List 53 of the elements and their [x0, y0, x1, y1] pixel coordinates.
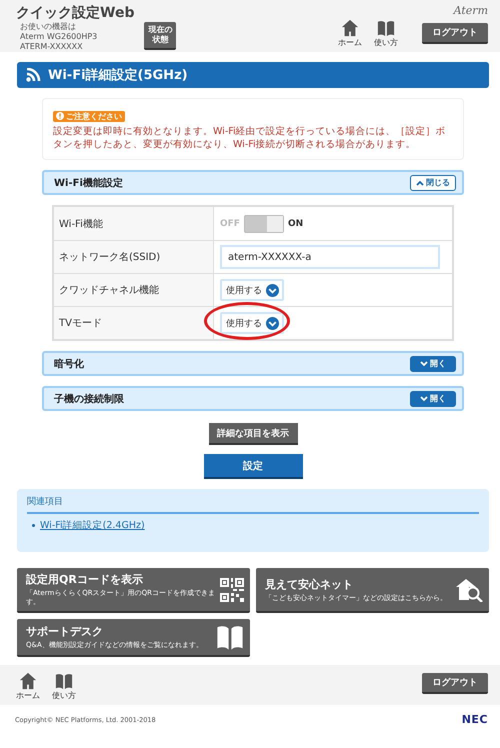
wifi-icon — [26, 68, 42, 82]
exclamation-icon — [56, 112, 64, 120]
status-button[interactable]: 現在の状態 — [144, 22, 176, 50]
related-title: 関連項目 — [27, 495, 479, 514]
related-link[interactable]: Wi-Fi詳細設定(2.4GHz) — [40, 519, 145, 532]
book-icon — [55, 672, 73, 690]
nav-link[interactable]: 使い方 — [372, 19, 400, 48]
toggle-button[interactable]: 閉じる — [410, 174, 456, 190]
select-dropdown[interactable]: 使用する — [220, 279, 284, 301]
chevron-down-icon — [266, 316, 279, 330]
submit-button[interactable]: 設定 — [204, 454, 302, 479]
select-dropdown[interactable]: 使用する — [220, 312, 284, 334]
on-label: ON — [288, 218, 304, 228]
app-title: クイック設定Web — [16, 4, 134, 22]
device-info: お使いの機器は — [19, 22, 77, 32]
tile-title: 設定用QRコードを表示 — [26, 572, 144, 587]
field-label: TVモード — [54, 307, 214, 339]
page-title: Wi-Fi詳細設定(5GHz) — [48, 66, 188, 84]
qr-code-icon — [220, 578, 244, 602]
field-label: Wi-Fi機能 — [54, 207, 214, 240]
tile-title: サポートデスク — [26, 624, 104, 639]
brand-logo: Aterm — [454, 4, 488, 17]
nav-link[interactable]: 使い方 — [50, 672, 78, 700]
off-label: OFF — [220, 218, 240, 228]
ssid-input[interactable]: aterm-XXXXXX-a — [220, 245, 440, 269]
chevron-down-icon — [420, 396, 428, 402]
toggle-button[interactable]: 開く — [410, 390, 456, 406]
notice-text: 設定変更は即時に有効となります。Wi-Fi経由で設定を行っている場合には、［設定］ボタンを押したあと、変更が有効になり、Wi-Fi接続が切断される場合があります。 — [53, 125, 447, 151]
logout-button[interactable]: ログアウト — [422, 23, 488, 44]
toggle-button[interactable]: 開く — [410, 356, 456, 372]
nav-link[interactable]: ホーム — [336, 19, 364, 48]
chevron-down-icon — [266, 284, 279, 296]
logout-button[interactable]: ログアウト — [422, 672, 488, 694]
nav-link[interactable]: ホーム — [14, 672, 42, 700]
section-title: Wi-Fi機能設定 — [54, 176, 123, 190]
section-title: 暗号化 — [54, 357, 84, 370]
device-info: Aterm WG2600HP3 — [19, 32, 98, 42]
field-label: ネットワーク名(SSID) — [54, 241, 214, 273]
chevron-up-icon — [416, 180, 424, 186]
book-icon — [377, 19, 395, 37]
home-icon — [19, 672, 37, 690]
house-search-icon — [455, 578, 483, 602]
bullet-icon — [32, 524, 35, 527]
chevron-down-icon — [420, 360, 428, 366]
tile-title: 見えて安心ネット — [265, 576, 354, 592]
device-info: ATERM-XXXXXX — [19, 42, 84, 52]
home-icon — [341, 19, 359, 37]
section-title: 子機の接続制限 — [54, 392, 124, 406]
brand-logo: NEC — [462, 713, 488, 726]
toggle-switch[interactable] — [244, 214, 284, 232]
show-details-button[interactable]: 詳細な項目を表示 — [208, 423, 298, 445]
caution-badge: ご注意ください — [53, 110, 125, 122]
field-label: クワッドチャネル機能 — [54, 274, 214, 306]
